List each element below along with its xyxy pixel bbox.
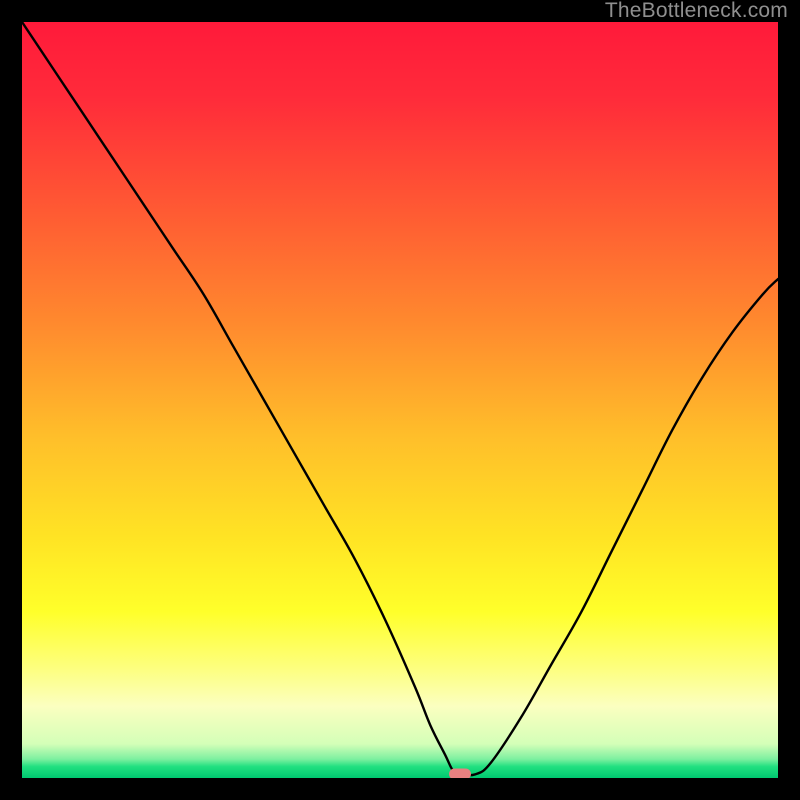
watermark-text: TheBottleneck.com [605,0,788,23]
bottleneck-curve [22,22,778,778]
chart-frame: TheBottleneck.com [0,0,800,800]
optimal-marker [449,769,471,778]
plot-area [22,22,778,778]
